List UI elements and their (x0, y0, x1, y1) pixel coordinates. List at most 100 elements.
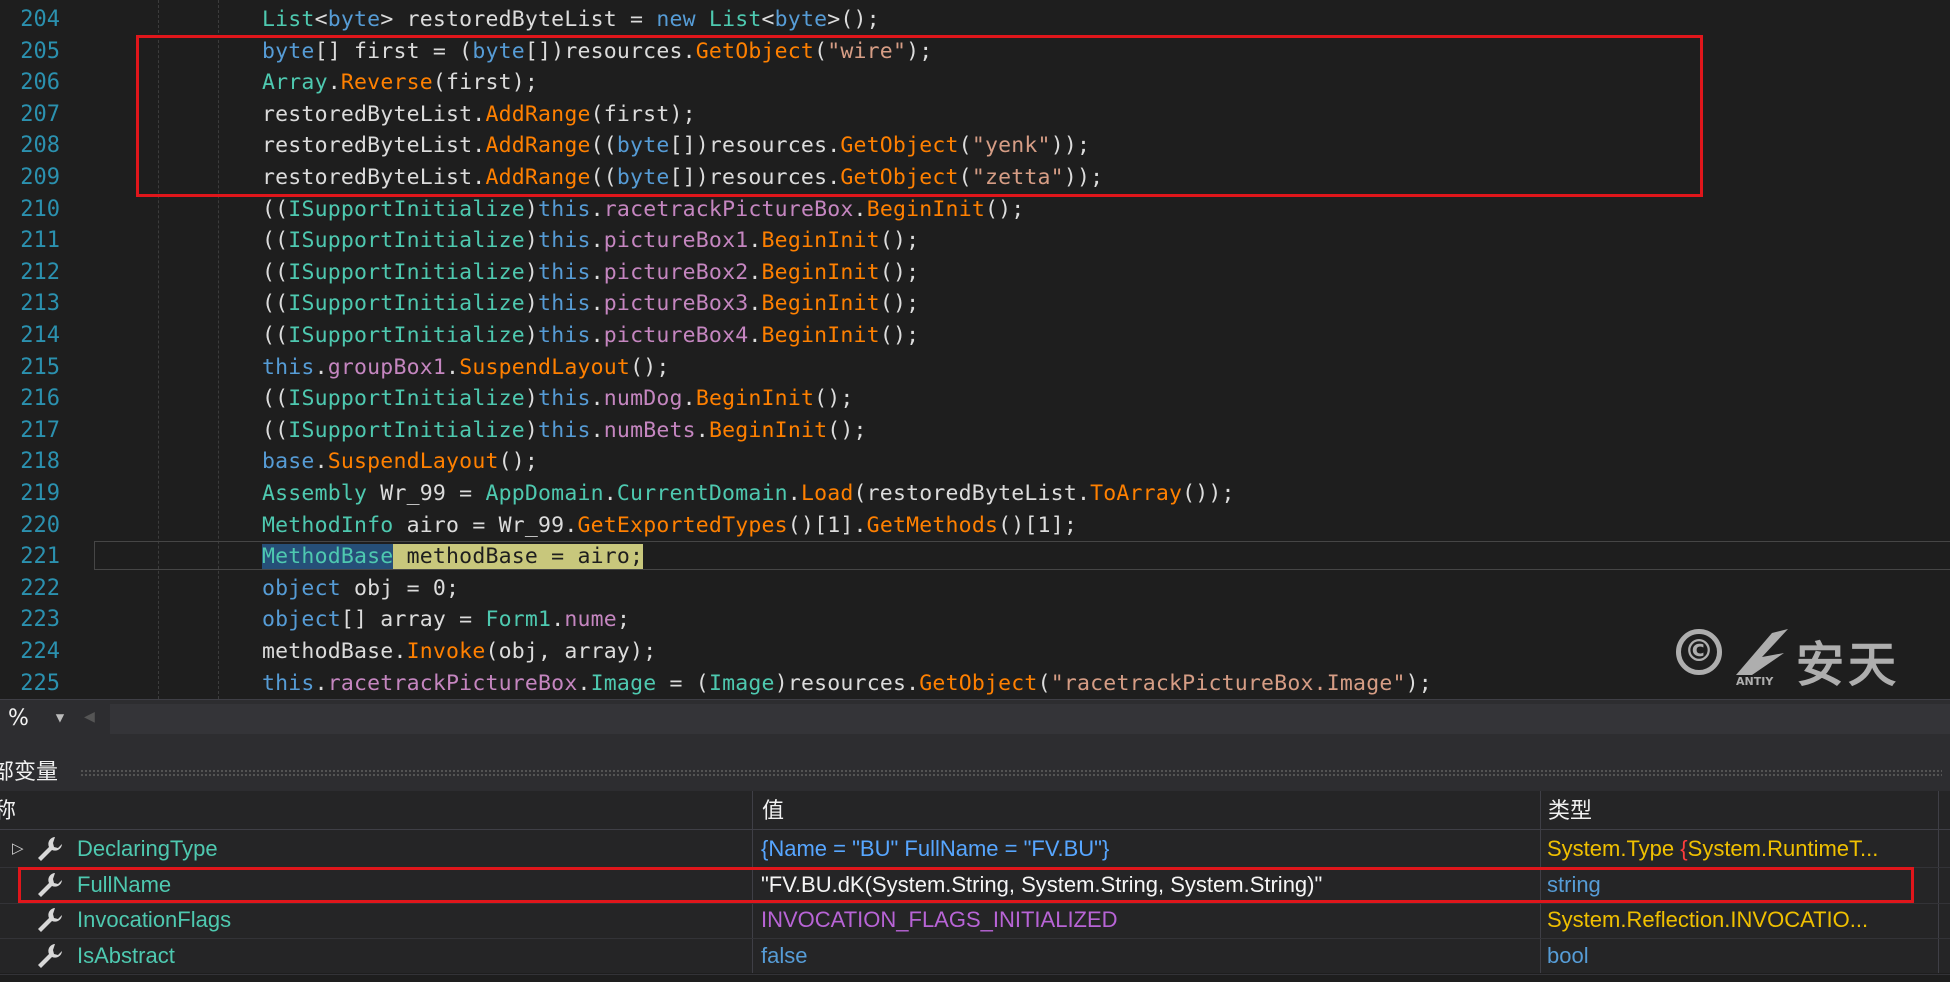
code-token: (); (498, 449, 539, 475)
code-line[interactable]: 214 ((ISupportInitialize)this.pictureBox4… (0, 320, 1950, 352)
chevron-down-icon[interactable]: ▼ (46, 704, 74, 732)
panel-splitter[interactable] (0, 737, 1950, 755)
code-token: this (262, 670, 315, 696)
code-token: Image (708, 670, 775, 696)
code-line[interactable]: 204 List<byte> restoredByteList = new Lis… (0, 4, 1950, 36)
code-token: ISupportInitialize (288, 323, 525, 348)
code-token: this (538, 228, 591, 254)
line-number: 217 (20, 417, 60, 443)
code-token: ISupportInitialize (288, 259, 525, 285)
code-text: ((ISupportInitialize)this.pictureBox1.Be… (262, 225, 919, 257)
code-token: ()); (1182, 481, 1235, 506)
code-line[interactable]: 213 ((ISupportInitialize)this.pictureBox3… (0, 288, 1950, 320)
line-number: 220 (20, 512, 60, 538)
panel-title-bar[interactable]: 部变量 (0, 755, 1950, 791)
code-token: this (538, 259, 591, 285)
code-token: . (748, 228, 762, 254)
code-line[interactable]: 217 ((ISupportInitialize)this.numBets.Beg… (0, 415, 1950, 447)
code-token: obj = 0; (340, 575, 460, 601)
code-line[interactable]: 210 ((ISupportInitialize)this.racetrackPi… (0, 194, 1950, 226)
code-token: GetObject (919, 670, 1038, 696)
column-header-value[interactable]: 值 (762, 791, 784, 829)
column-header-type[interactable]: 类型 (1548, 791, 1592, 829)
code-token: this (538, 386, 591, 412)
code-token: . (748, 323, 762, 348)
type-part: System.RuntimeT... (1687, 836, 1879, 861)
panel-title: 部变量 (0, 760, 59, 785)
locals-row[interactable]: IsAbstract false bool (0, 938, 1950, 975)
variable-value[interactable]: INVOCATION_FLAGS_INITIALIZED (761, 902, 1118, 938)
code-text: ((ISupportInitialize)this.pictureBox4.Be… (262, 320, 919, 352)
locals-row[interactable]: ▷ DeclaringType {Name = "BU" FullName = "F… (0, 831, 1950, 868)
code-token: (obj, array); (485, 639, 657, 664)
code-text: ((ISupportInitialize)this.pictureBox2.Be… (262, 257, 919, 289)
code-token: ; (616, 607, 631, 633)
code-line[interactable]: 212 ((ISupportInitialize)this.pictureBox2… (0, 257, 1950, 289)
code-line[interactable]: 224 methodBase.Invoke(obj, array); (0, 636, 1950, 668)
code-text: ((ISupportInitialize)this.pictureBox3.Be… (262, 288, 919, 320)
code-token: > restoredByteList = (380, 7, 657, 32)
code-line[interactable]: 215 this.groupBox1.SuspendLayout(); (0, 352, 1950, 384)
line-number: 205 (20, 38, 60, 64)
code-token: base (262, 449, 315, 475)
code-token: (); (630, 354, 670, 380)
code-token: nume (564, 607, 617, 633)
type-part: { (1680, 836, 1688, 861)
code-token: . (603, 481, 617, 506)
code-token: ) (524, 196, 539, 222)
code-token: CurrentDomain (616, 481, 788, 506)
expand-arrow-icon[interactable]: ▷ (12, 831, 24, 867)
code-token: this (262, 354, 315, 380)
code-line[interactable]: 216 ((ISupportInitialize)this.numDog.Begi… (0, 383, 1950, 415)
code-token: Load (800, 481, 854, 506)
code-token: byte (774, 7, 828, 32)
code-text: this.groupBox1.SuspendLayout(); (262, 352, 670, 384)
code-editor[interactable]: 204 List<byte> restoredByteList = new Lis… (0, 0, 1950, 699)
code-token: (( (262, 386, 289, 412)
highlight-box-code (136, 35, 1703, 197)
panel-grip[interactable] (80, 769, 1942, 777)
horizontal-scrollbar[interactable] (110, 704, 1950, 734)
code-token: GetExportedTypes (577, 512, 788, 538)
code-token: . (787, 481, 801, 506)
column-header-name[interactable]: 称 (0, 791, 16, 829)
code-line[interactable]: 222 object obj = 0; (0, 573, 1950, 605)
code-line[interactable]: 223 object[] array = Form1.nume; (0, 604, 1950, 636)
code-line[interactable]: 218 base.SuspendLayout(); (0, 446, 1950, 478)
code-token: pictureBox3 (603, 291, 749, 317)
code-token: BeginInit (695, 386, 815, 412)
code-line[interactable]: 219 Assembly Wr_99 = AppDomain.CurrentDom… (0, 478, 1950, 510)
locals-row[interactable]: InvocationFlags INVOCATION_FLAGS_INITIALI… (0, 902, 1950, 939)
code-token: byte (327, 7, 381, 32)
code-token: ); (1405, 670, 1432, 696)
line-number: 213 (20, 291, 60, 317)
code-line[interactable]: 211 ((ISupportInitialize)this.pictureBox1… (0, 225, 1950, 257)
variable-value[interactable]: false (761, 938, 807, 974)
line-number: 206 (20, 70, 60, 96)
code-token: [] array = (340, 607, 486, 633)
code-token: ) (524, 323, 539, 348)
code-token: pictureBox4 (603, 323, 749, 348)
variable-name: InvocationFlags (77, 907, 232, 932)
code-token: Assembly (262, 481, 368, 506)
code-text: ((ISupportInitialize)this.numBets.BeginI… (262, 415, 867, 447)
line-number: 225 (20, 670, 60, 696)
code-token: ISupportInitialize (288, 291, 525, 317)
line-number: 204 (20, 7, 60, 32)
code-token: this (538, 291, 591, 317)
code-token: BeginInit (708, 417, 828, 443)
scroll-left-icon[interactable]: ◀ (84, 706, 95, 727)
type-part: System.Reflection.INVOCATIO... (1547, 907, 1869, 932)
code-token: . (590, 323, 604, 348)
code-line[interactable]: 220 MethodInfo airo = Wr_99.GetExportedTy… (0, 510, 1950, 542)
code-token: BeginInit (761, 323, 880, 348)
variable-value[interactable]: {Name = "BU" FullName = "FV.BU"} (761, 831, 1109, 867)
code-token: SuspendLayout (459, 354, 631, 380)
locals-header-row: 称 值 类型 (0, 791, 1950, 830)
code-text: this.racetrackPictureBox.Image = (Image)… (262, 668, 1432, 699)
code-line[interactable]: 225 this.racetrackPictureBox.Image = (Ima… (0, 668, 1950, 699)
code-text: List<byte> restoredByteList = new List<b… (262, 4, 880, 36)
code-token: ) (524, 417, 539, 443)
code-token: . (314, 670, 328, 696)
line-number: 212 (20, 259, 60, 285)
